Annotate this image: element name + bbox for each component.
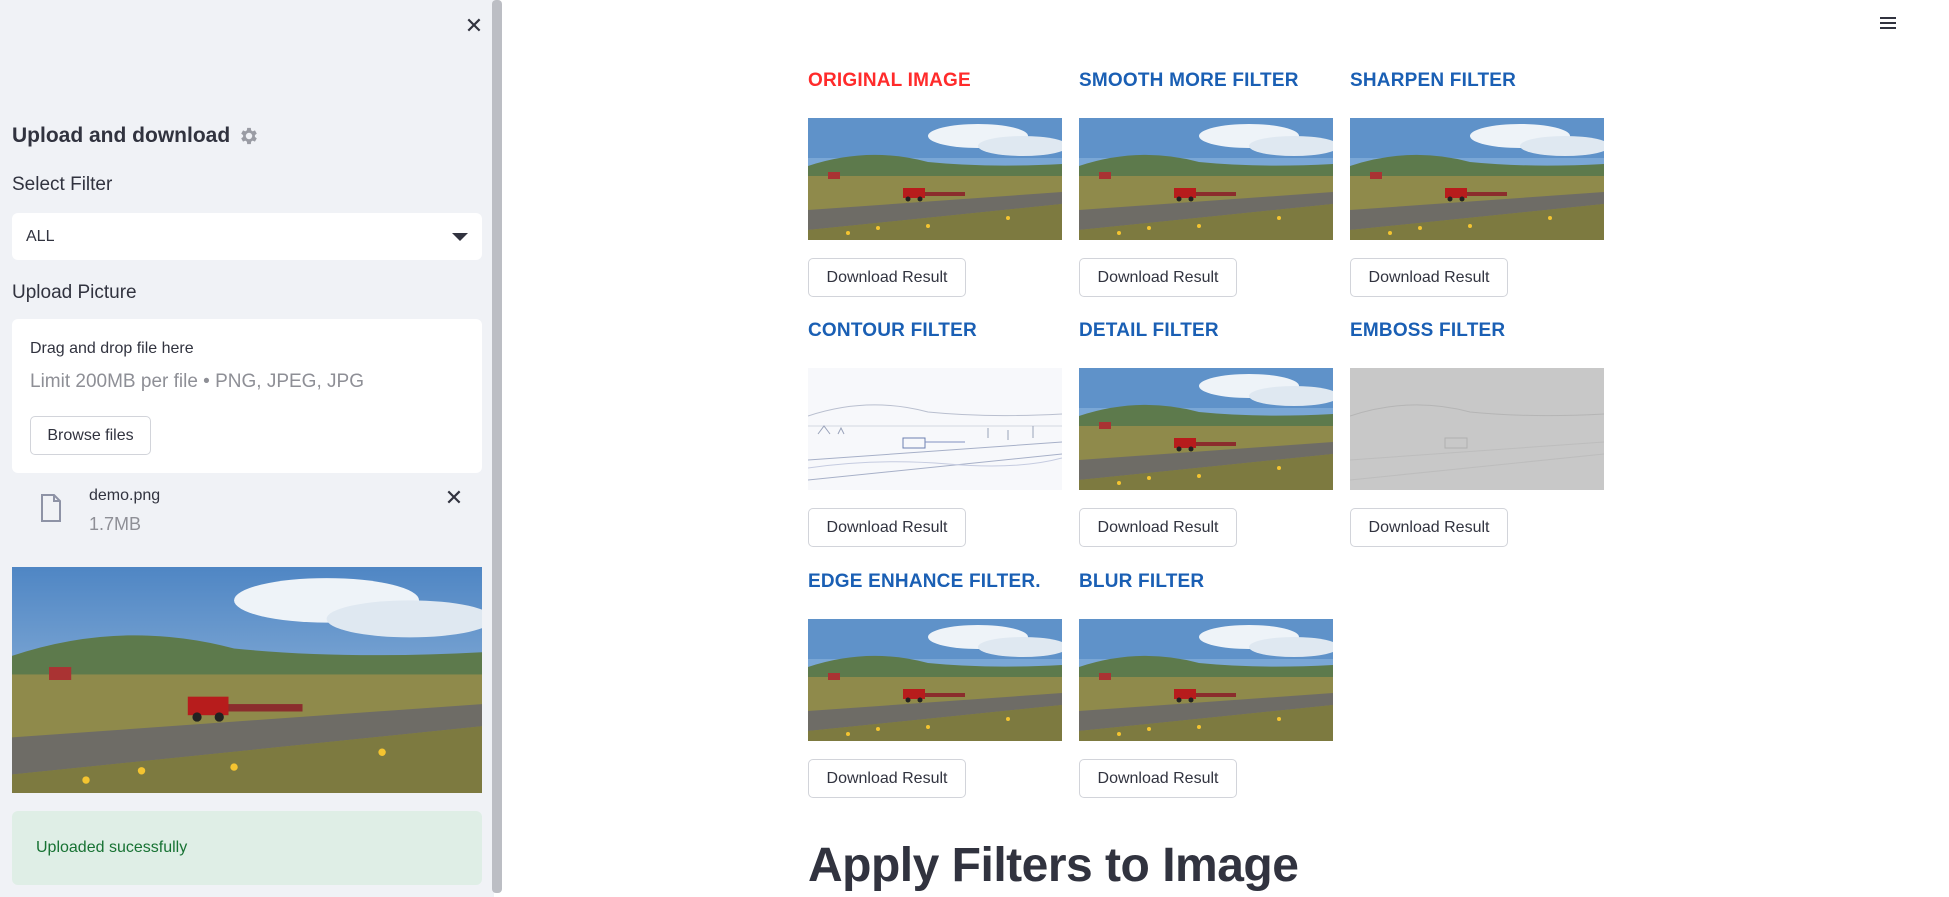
filter-title: ORIGINAL IMAGE <box>808 70 971 91</box>
download-result-button[interactable]: Download Result <box>808 508 966 547</box>
filter-result-image <box>1079 368 1333 490</box>
chevron-down-icon <box>452 232 468 241</box>
landscape-image <box>1079 118 1333 240</box>
landscape-image <box>1079 368 1333 490</box>
filter-title: SMOOTH MORE FILTER <box>1079 70 1299 91</box>
filter-select-value: ALL <box>26 227 55 245</box>
file-size: 1.7MB <box>89 514 142 534</box>
landscape-image <box>1350 118 1604 240</box>
filter-title: EMBOSS FILTER <box>1350 320 1506 341</box>
filter-title: SHARPEN FILTER <box>1350 70 1517 91</box>
filter-result-image <box>1079 619 1333 741</box>
filter-title: DETAIL FILTER <box>1079 320 1219 341</box>
filter-result-image <box>1079 118 1333 240</box>
download-result-button[interactable]: Download Result <box>808 759 966 798</box>
upload-picture-label: Upload Picture <box>12 282 137 303</box>
landscape-image <box>1079 619 1333 741</box>
remove-file-icon[interactable]: ✕ <box>442 486 466 510</box>
download-result-button[interactable]: Download Result <box>1079 258 1237 297</box>
filter-result-image <box>808 118 1062 240</box>
filter-result-image <box>808 368 1062 490</box>
uploaded-image-preview <box>12 567 482 793</box>
emboss-image <box>1350 368 1604 490</box>
sidebar: ✕ Upload and download Select Filter ALL … <box>0 0 494 897</box>
filter-title: BLUR FILTER <box>1079 571 1205 592</box>
filter-title: CONTOUR FILTER <box>808 320 977 341</box>
uploaded-file: demo.png 1.7MB ✕ <box>12 480 482 540</box>
sidebar-title: Upload and download <box>12 124 260 148</box>
hamburger-menu-icon[interactable] <box>1878 14 1898 32</box>
filter-result-image <box>808 619 1062 741</box>
landscape-image <box>808 118 1062 240</box>
sidebar-scrollbar[interactable] <box>492 0 502 893</box>
select-filter-label: Select Filter <box>12 174 113 195</box>
landscape-image <box>808 619 1062 741</box>
filter-result-image <box>1350 368 1604 490</box>
contour-image <box>808 368 1062 490</box>
file-name: demo.png <box>89 487 161 504</box>
file-dropzone[interactable]: Drag and drop file here Limit 200MB per … <box>12 319 482 473</box>
filter-select[interactable]: ALL <box>12 213 482 260</box>
dropzone-text: Drag and drop file here <box>30 340 194 357</box>
download-result-button[interactable]: Download Result <box>1350 258 1508 297</box>
download-result-button[interactable]: Download Result <box>1079 508 1237 547</box>
download-result-button[interactable]: Download Result <box>1350 508 1508 547</box>
gear-icon <box>241 127 257 145</box>
browse-files-button[interactable]: Browse files <box>30 416 151 455</box>
download-result-button[interactable]: Download Result <box>808 258 966 297</box>
filter-title: EDGE ENHANCE FILTER. <box>808 571 1041 592</box>
landscape-image <box>12 567 482 793</box>
sidebar-title-text: Upload and download <box>12 124 231 147</box>
filter-result-image <box>1350 118 1604 240</box>
dropzone-limit: Limit 200MB per file • PNG, JPEG, JPG <box>30 371 364 392</box>
upload-success-alert: Uploaded sucessfully <box>12 811 482 885</box>
file-icon <box>41 494 61 522</box>
page-heading: Apply Filters to Image <box>808 839 1299 892</box>
close-sidebar-icon[interactable]: ✕ <box>462 14 486 38</box>
download-result-button[interactable]: Download Result <box>1079 759 1237 798</box>
